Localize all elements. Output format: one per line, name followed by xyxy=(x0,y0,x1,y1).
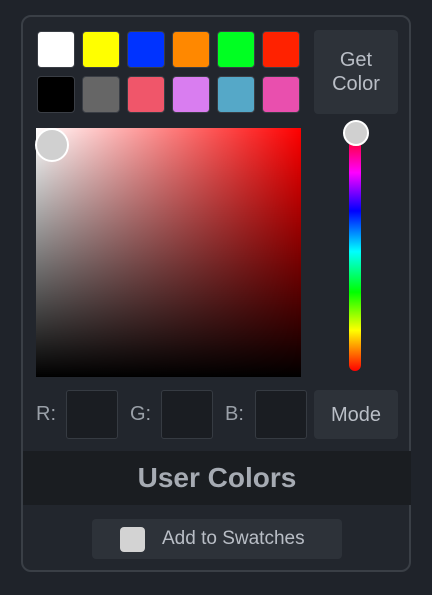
color-preview-chip xyxy=(120,526,145,552)
swatch-gray[interactable] xyxy=(82,76,120,113)
saturation-brightness-picker[interactable] xyxy=(36,128,301,377)
swatch-black[interactable] xyxy=(37,76,75,113)
r-input[interactable] xyxy=(66,390,118,439)
swatch-pink-red[interactable] xyxy=(127,76,165,113)
swatch-violet[interactable] xyxy=(172,76,210,113)
swatch-orange[interactable] xyxy=(172,31,210,68)
r-label: R: xyxy=(36,403,56,425)
swatch-white[interactable] xyxy=(37,31,75,68)
hue-slider[interactable] xyxy=(349,132,361,371)
b-label: B: xyxy=(225,403,244,425)
picker-handle[interactable] xyxy=(35,128,69,162)
swatch-red[interactable] xyxy=(262,31,300,68)
g-input[interactable] xyxy=(161,390,213,439)
g-label: G: xyxy=(130,403,152,425)
swatch-green[interactable] xyxy=(217,31,255,68)
swatch-teal[interactable] xyxy=(217,76,255,113)
b-input[interactable] xyxy=(255,390,307,439)
swatch-magenta[interactable] xyxy=(262,76,300,113)
mode-button[interactable]: Mode xyxy=(314,390,398,439)
swatch-yellow[interactable] xyxy=(82,31,120,68)
add-to-swatches-button[interactable]: Add to Swatches xyxy=(92,519,342,559)
swatch-blue[interactable] xyxy=(127,31,165,68)
get-color-button[interactable]: Get Color xyxy=(314,30,398,114)
add-to-swatches-label: Add to Swatches xyxy=(162,528,305,549)
hue-slider-handle[interactable] xyxy=(343,120,369,146)
user-colors-header: User Colors xyxy=(23,451,411,505)
